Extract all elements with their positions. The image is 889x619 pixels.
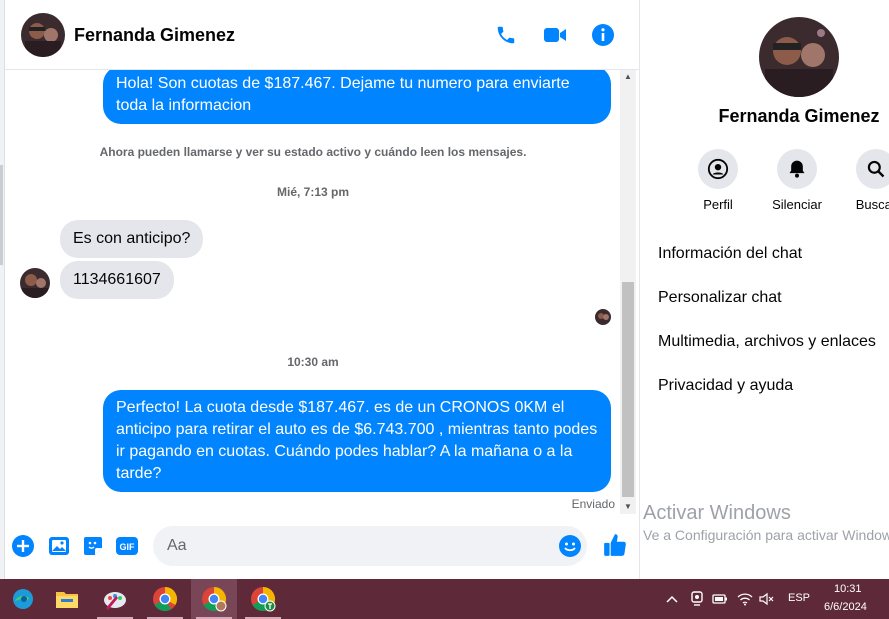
gif-label: GIF [120,542,136,552]
plus-icon[interactable] [11,534,35,558]
message-list[interactable]: Hola! Son cuotas de $187.467. Dejame tu … [5,70,621,514]
profile-button[interactable]: Perfil [678,149,758,212]
profile-icon [698,149,738,189]
contact-avatar-small[interactable] [20,268,50,298]
phone-icon[interactable] [493,22,519,48]
mute-button[interactable]: Silenciar [757,149,837,212]
search-icon [856,149,889,189]
panel-item-customize[interactable]: Personalizar chat [658,289,782,307]
messenger-window: Fernanda Gimenez Hola! Son cuotas de $18… [0,0,889,579]
scrollbar-thumb[interactable] [622,282,634,497]
scroll-up-arrow-icon[interactable]: ▲ [620,70,636,84]
meet-now-icon[interactable] [688,590,706,608]
taskbar: ESP 10:31 6/6/2024 [0,579,889,619]
contact-avatar[interactable] [21,13,65,57]
contact-name[interactable]: Fernanda Gimenez [74,25,235,46]
message-input[interactable] [153,526,587,566]
info-icon[interactable] [590,22,616,48]
bell-icon [777,149,817,189]
seen-avatar [595,309,611,325]
outgoing-message[interactable]: Perfecto! La cuota desde $187.467. es de… [103,390,611,492]
wifi-icon[interactable] [736,590,754,608]
chrome-profile-t-icon[interactable] [240,579,286,619]
panel-item-privacy[interactable]: Privacidad y ayuda [658,377,793,395]
timestamp: 10:30 am [287,355,339,369]
clock-time[interactable]: 10:31 [834,583,862,595]
search-button[interactable]: Buscar [836,149,889,212]
scroll-down-arrow-icon[interactable]: ▼ [620,500,636,514]
clock-date[interactable]: 6/6/2024 [824,601,867,613]
gif-icon[interactable]: GIF [115,534,139,558]
chevron-up-icon[interactable] [663,590,681,608]
activation-watermark-subtitle: Ve a Configuración para activar Windows. [643,527,889,543]
image-icon[interactable] [47,534,71,558]
file-explorer-icon[interactable] [44,579,90,619]
scrollbar[interactable]: ▲ ▼ [620,70,636,514]
panel-avatar[interactable] [759,17,839,97]
incoming-message[interactable]: 1134661607 [60,261,174,299]
outgoing-message[interactable]: Hola! Son cuotas de $187.467. Dejame tu … [103,70,611,124]
chat-header: Fernanda Gimenez [5,0,639,70]
paint-icon[interactable] [92,579,138,619]
incoming-message[interactable]: Es con anticipo? [60,220,204,258]
chrome-icon[interactable] [142,579,188,619]
battery-icon[interactable] [711,590,729,608]
volume-muted-icon[interactable] [758,590,776,608]
search-label: Buscar [855,197,889,212]
system-notice: Ahora pueden llamarse y ver su estado ac… [99,145,527,159]
emoji-icon[interactable] [558,534,582,558]
language-indicator[interactable]: ESP [788,592,810,604]
activation-watermark-title: Activar Windows [643,502,791,524]
video-icon[interactable] [542,22,568,48]
sticker-icon[interactable] [81,534,105,558]
chat-info-panel: Fernanda Gimenez Perfil Silenciar Buscar… [639,0,889,579]
sent-status: Enviado [571,497,615,511]
profile-label: Perfil [703,197,733,212]
timestamp: Mié, 7:13 pm [276,185,350,199]
like-icon[interactable] [602,532,628,558]
chrome-profile-icon[interactable] [191,579,237,619]
panel-item-media[interactable]: Multimedia, archivos y enlaces [658,333,876,351]
panel-contact-name: Fernanda Gimenez [718,106,880,126]
composer: GIF [5,514,639,579]
edge-icon[interactable] [0,579,46,619]
panel-item-chat-info[interactable]: Información del chat [658,245,802,263]
mute-label: Silenciar [772,197,822,212]
